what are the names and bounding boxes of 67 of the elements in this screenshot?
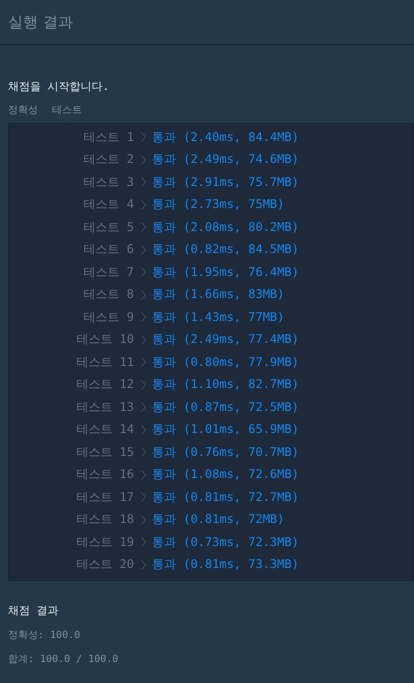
test-label: 테스트 4 — [82, 196, 134, 214]
chevron-icon — [140, 132, 146, 142]
test-label: 테스트 9 — [82, 308, 134, 326]
test-label: 테스트 20 — [75, 556, 134, 574]
chevron-icon — [140, 402, 146, 412]
test-label: 테스트 13 — [75, 398, 134, 416]
chevron-icon — [140, 244, 146, 255]
summary-title: 채점 결과 — [8, 603, 60, 618]
test-result: 통과 (1.66ms, 83MB) — [152, 286, 286, 304]
test-result: 통과 (2.91ms, 75.7MB) — [152, 174, 300, 191]
chevron-icon — [140, 267, 146, 278]
section-label: 테스트 — [52, 104, 82, 117]
chevron-icon — [140, 200, 146, 210]
chevron-icon — [140, 560, 146, 570]
test-label: 테스트 14 — [75, 421, 134, 438]
chevron-icon — [140, 312, 146, 322]
test-result: 통과 (2.49ms, 74.6MB) — [152, 151, 300, 168]
test-label: 테스트 1 — [82, 128, 134, 146]
test-result: 통과 (1.95ms, 76.4MB) — [152, 264, 300, 281]
test-result: 통과 (0.81ms, 72MB) — [152, 511, 286, 528]
test-label: 테스트 2 — [82, 151, 134, 168]
test-label: 테스트 10 — [75, 331, 134, 348]
test-result: 통과 (0.80ms, 77.9MB) — [152, 354, 300, 371]
chevron-icon — [140, 447, 146, 458]
chevron-icon — [140, 470, 146, 480]
test-label: 테스트 16 — [75, 466, 134, 484]
summary-line: 정확성: 100.0 — [8, 629, 82, 642]
status-text: 채점을 시작합니다. — [8, 79, 110, 94]
test-label: 테스트 17 — [75, 488, 134, 506]
panel-title: 실행 결과 — [8, 12, 73, 32]
section-label: 정확성 — [8, 104, 38, 117]
test-result: 통과 (2.08ms, 80.2MB) — [152, 218, 300, 236]
chevron-icon — [140, 514, 146, 525]
chevron-icon — [140, 154, 146, 165]
test-label: 테스트 12 — [75, 376, 134, 394]
test-result: 통과 (0.76ms, 70.7MB) — [152, 444, 300, 461]
test-result: 통과 (2.40ms, 84.4MB) — [152, 128, 300, 146]
chevron-icon — [140, 357, 146, 368]
chevron-icon — [140, 537, 146, 548]
test-result: 통과 (2.73ms, 75MB) — [152, 196, 286, 214]
test-label: 테스트 3 — [82, 174, 134, 191]
test-result: 통과 (1.01ms, 65.9MB) — [152, 421, 300, 438]
test-label: 테스트 19 — [75, 534, 134, 551]
chevron-icon — [140, 424, 146, 435]
test-result: 통과 (0.81ms, 72.7MB) — [152, 488, 300, 506]
test-label: 테스트 6 — [82, 241, 134, 258]
chevron-icon — [140, 334, 146, 345]
test-result: 통과 (1.43ms, 77MB) — [152, 308, 286, 326]
test-label: 테스트 15 — [75, 444, 134, 461]
test-label: 테스트 11 — [75, 354, 134, 371]
chevron-icon — [140, 290, 146, 300]
test-label: 테스트 5 — [82, 218, 134, 236]
test-result: 통과 (2.49ms, 77.4MB) — [152, 331, 300, 348]
chevron-icon — [140, 222, 146, 232]
chevron-icon — [140, 380, 146, 390]
test-label: 테스트 18 — [75, 511, 134, 528]
chevron-icon — [140, 177, 146, 188]
test-result: 통과 (0.82ms, 84.5MB) — [152, 241, 300, 258]
test-result: 통과 (1.08ms, 72.6MB) — [152, 466, 300, 484]
summary-line: 합계: 100.0 / 100.0 — [8, 653, 120, 666]
test-label: 테스트 8 — [82, 286, 134, 304]
test-result: 통과 (1.10ms, 82.7MB) — [152, 376, 300, 394]
test-result: 통과 (0.73ms, 72.3MB) — [152, 534, 300, 551]
test-result: 통과 (0.87ms, 72.5MB) — [152, 398, 300, 416]
test-result: 통과 (0.81ms, 73.3MB) — [152, 556, 300, 574]
chevron-icon — [140, 492, 146, 502]
test-label: 테스트 7 — [82, 264, 134, 281]
